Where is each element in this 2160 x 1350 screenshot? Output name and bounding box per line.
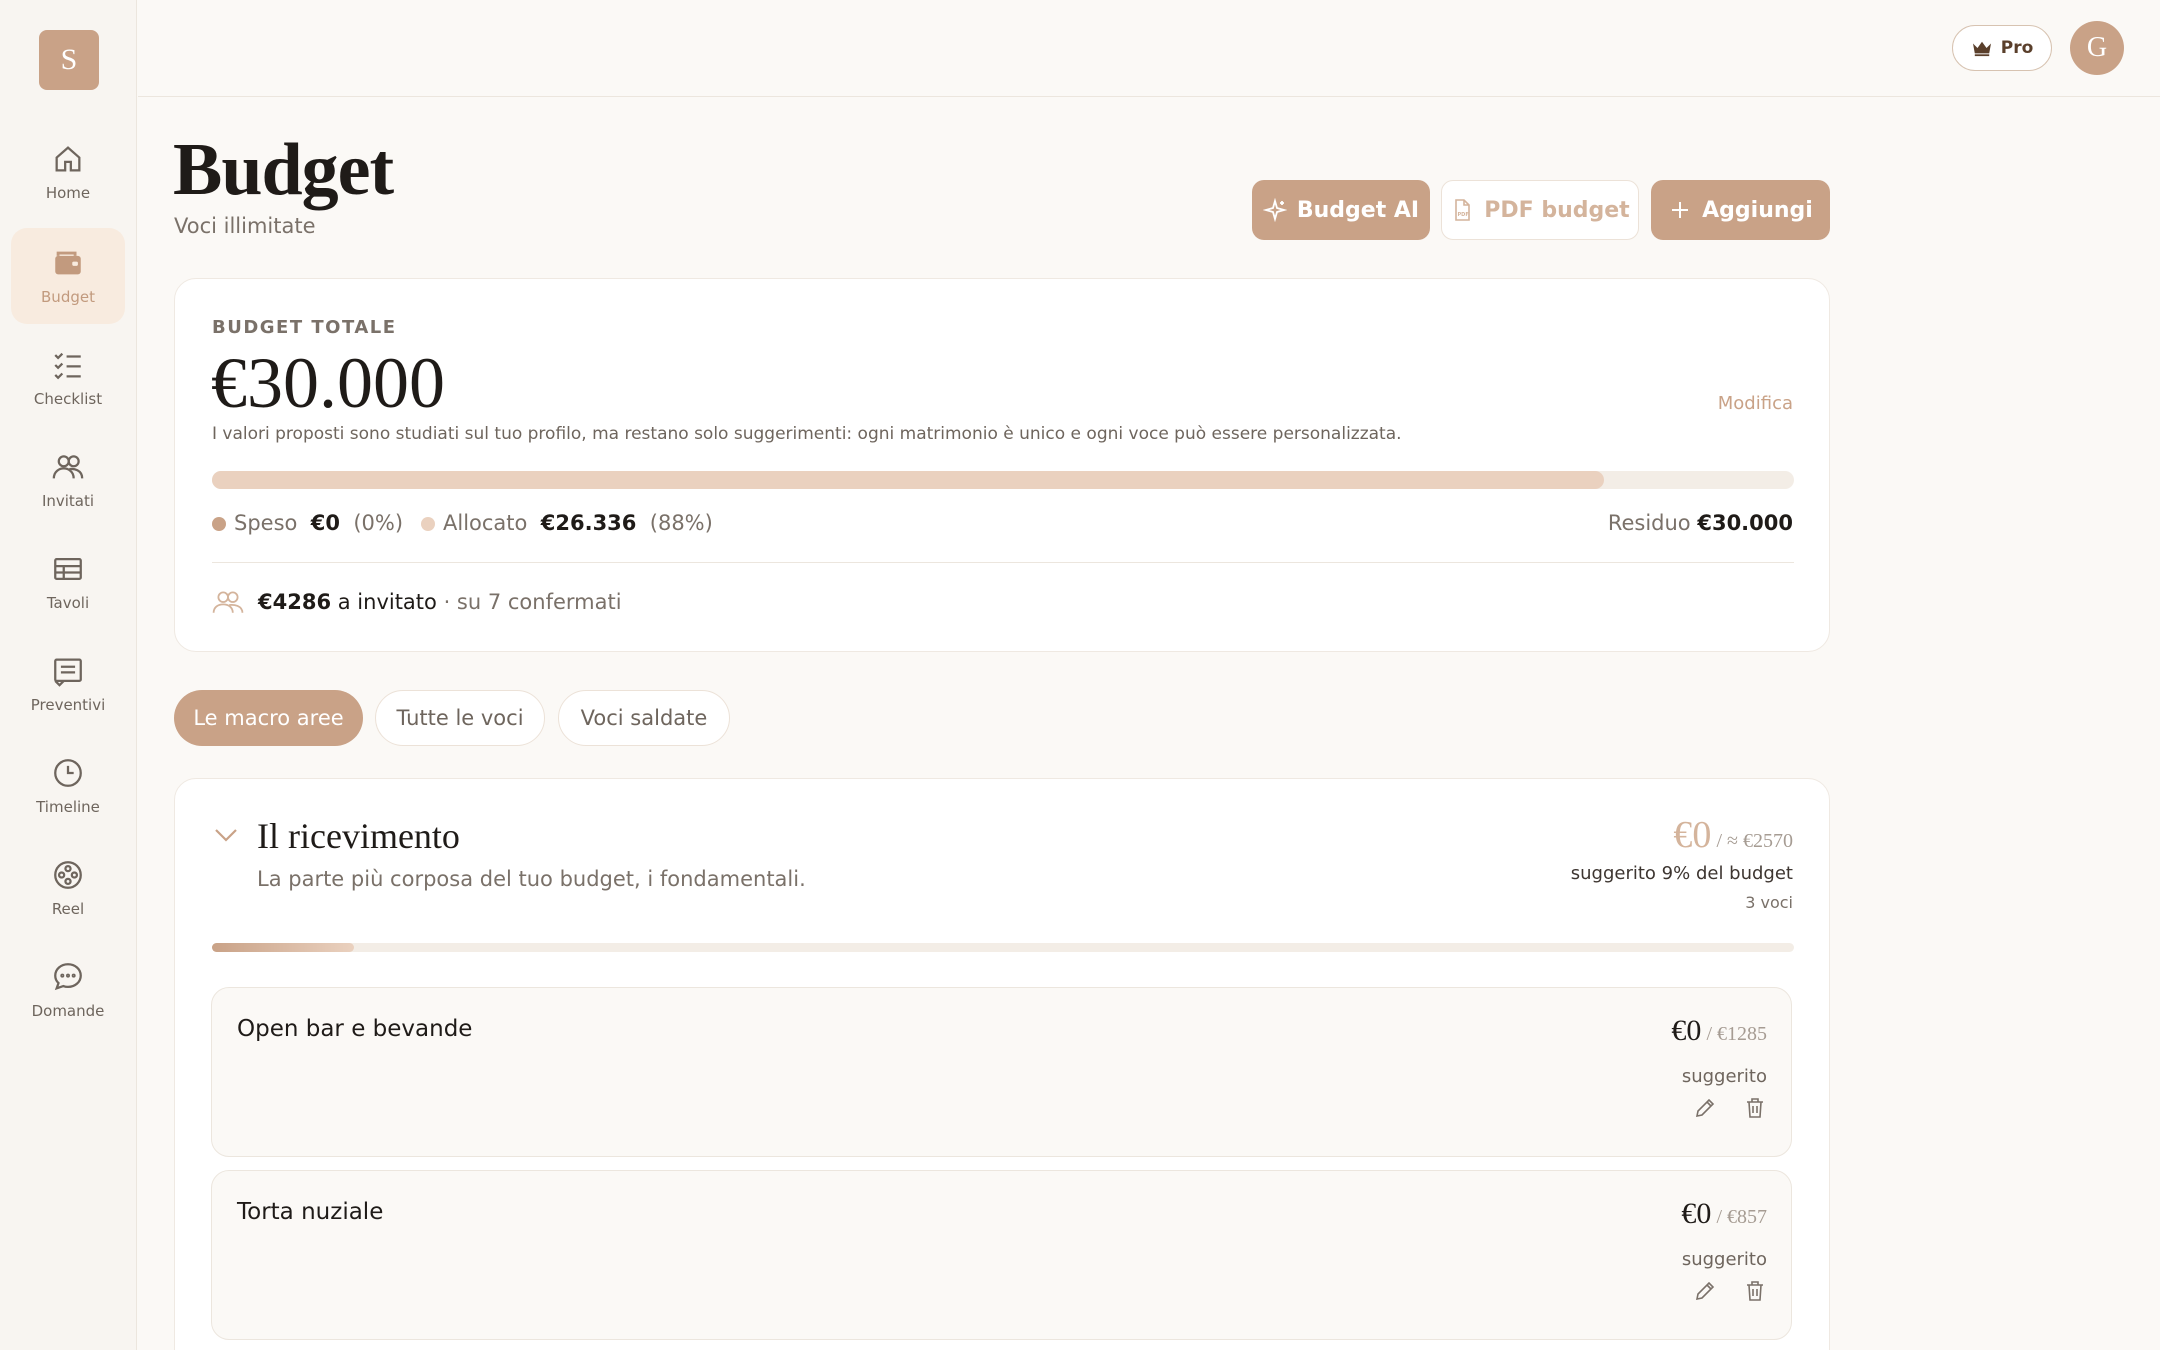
page-subtitle: Voci illimitate xyxy=(174,214,316,238)
sidebar-item-label: Preventivi xyxy=(30,696,106,714)
section-suggested: suggerito 9% del budget xyxy=(1570,863,1793,884)
per-guest-stat: €4286 a invitato · su 7 confermati xyxy=(212,590,622,614)
allocated-dot xyxy=(421,517,435,531)
tables-icon xyxy=(54,557,82,581)
page-title: Budget xyxy=(173,129,394,211)
top-bar xyxy=(138,0,2160,97)
sidebar-item-label: Invitati xyxy=(41,492,95,510)
pro-badge[interactable]: Pro xyxy=(1952,25,2052,71)
section-count: 3 voci xyxy=(1745,893,1793,912)
section-progress-bar xyxy=(212,943,1794,952)
tab-all-items[interactable]: Tutte le voci xyxy=(375,690,545,746)
sidebar-item-timeline[interactable]: Timeline xyxy=(11,738,125,834)
item-amount: €0 / €1285 xyxy=(1671,1014,1767,1047)
list-item[interactable]: Open bar e bevande €0 / €1285 suggerito xyxy=(211,987,1792,1157)
item-name: Torta nuziale xyxy=(237,1199,384,1225)
sidebar-item-invitati[interactable]: Invitati xyxy=(11,432,125,528)
sidebar-item-label: Tavoli xyxy=(46,594,90,612)
sidebar-item-label: Timeline xyxy=(36,798,100,816)
budget-ai-button[interactable]: Budget AI xyxy=(1252,180,1430,240)
plus-icon xyxy=(1672,202,1689,218)
sidebar-item-tavoli[interactable]: Tavoli xyxy=(11,534,125,630)
allocated-stat: Allocato €26.336 (88%) xyxy=(421,511,713,535)
sidebar-item-label: Reel xyxy=(51,900,85,918)
crown-icon xyxy=(1972,41,1991,57)
sidebar-item-budget[interactable]: Budget xyxy=(11,228,125,324)
divider xyxy=(212,562,1794,563)
spent-stat: Speso €0 (0%) xyxy=(212,511,403,535)
budget-summary-card: BUDGET TOTALE €30.000 Modifica I valori … xyxy=(174,278,1830,652)
residual-stat: Residuo €30.000 xyxy=(1607,511,1793,535)
wallet-icon xyxy=(55,251,81,275)
sidebar-item-reel[interactable]: Reel xyxy=(11,840,125,936)
trash-icon[interactable] xyxy=(1743,1279,1767,1303)
spent-dot xyxy=(212,517,226,531)
section-progress-fill xyxy=(212,943,355,952)
allocation-progress-fill xyxy=(212,471,1605,489)
item-suggested-label: suggerito xyxy=(1681,1249,1767,1270)
item-suggested-label: suggerito xyxy=(1681,1066,1767,1087)
pencil-icon[interactable] xyxy=(1693,1279,1717,1303)
budget-note: I valori proposti sono studiati sul tuo … xyxy=(212,424,1402,444)
sidebar-item-home[interactable]: Home xyxy=(11,124,125,220)
home-icon xyxy=(55,146,81,172)
chat-icon xyxy=(54,963,82,991)
sidebar-item-domande[interactable]: Domande xyxy=(11,942,125,1038)
edit-budget-link[interactable]: Modifica xyxy=(1718,393,1793,414)
tab-macro-areas[interactable]: Le macro aree xyxy=(174,690,363,746)
chevron-down-icon[interactable] xyxy=(213,827,239,843)
pencil-icon[interactable] xyxy=(1693,1096,1717,1120)
pdf-icon: PDF xyxy=(1455,199,1471,221)
budget-total-label: BUDGET TOTALE xyxy=(212,317,397,338)
item-amount: €0 / €857 xyxy=(1681,1197,1767,1230)
app-logo[interactable]: S xyxy=(39,30,99,90)
sidebar-item-label: Home xyxy=(45,184,91,202)
add-button[interactable]: Aggiungi xyxy=(1651,180,1830,240)
trash-icon[interactable] xyxy=(1743,1096,1767,1120)
section-description: La parte più corposa del tuo budget, i f… xyxy=(257,867,806,891)
pro-label: Pro xyxy=(2000,38,2034,58)
allocation-progress-bar xyxy=(212,471,1794,489)
sidebar-item-checklist[interactable]: Checklist xyxy=(11,330,125,426)
svg-text:PDF: PDF xyxy=(1458,212,1469,218)
section-amount: €0 / ≈ €2570 xyxy=(1673,814,1793,856)
sidebar-item-label: Budget xyxy=(41,288,95,306)
avatar[interactable]: G xyxy=(2070,21,2124,75)
tab-paid-items[interactable]: Voci saldate xyxy=(558,690,730,746)
guests-icon xyxy=(52,455,84,479)
budget-total-amount: €30.000 xyxy=(211,343,445,423)
clock-icon xyxy=(54,759,82,787)
guests-icon xyxy=(212,591,244,613)
sidebar-item-preventivi[interactable]: Preventivi xyxy=(11,636,125,732)
item-name: Open bar e bevande xyxy=(237,1016,473,1042)
sidebar-item-label: Domande xyxy=(31,1002,105,1020)
list-item[interactable]: Torta nuziale €0 / €857 suggerito xyxy=(211,1170,1792,1340)
sparkle-icon xyxy=(1262,198,1287,222)
sidebar: S Home Budget Checklist Invitati Tavoli … xyxy=(0,0,137,1350)
reel-icon xyxy=(54,861,82,889)
quotes-icon xyxy=(54,658,82,687)
section-title: Il ricevimento xyxy=(257,816,460,856)
checklist-icon xyxy=(54,352,81,380)
pdf-budget-button[interactable]: PDF PDF budget xyxy=(1441,180,1639,240)
sidebar-item-label: Checklist xyxy=(33,390,103,408)
